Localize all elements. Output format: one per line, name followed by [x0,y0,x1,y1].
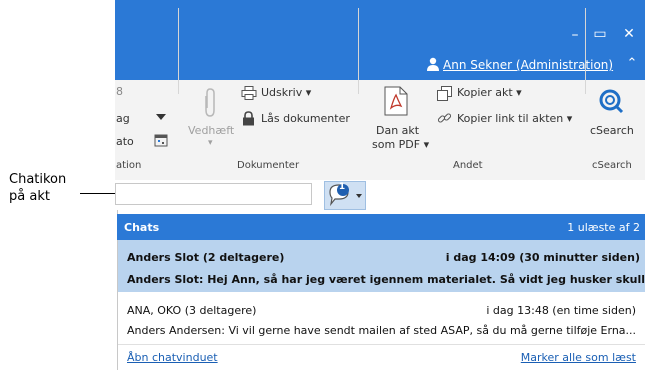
copy-icon [437,86,452,101]
partial-group-label: ation [116,160,142,171]
group-divider [358,8,359,94]
laas-dokumenter-button[interactable]: Lås dokumenter [261,112,350,125]
chat-participants: Anders Slot (2 deltagere) [127,251,285,264]
unread-count: 1 ulæste af 2 [567,221,640,234]
csearch-icon [598,88,624,114]
lock-icon [242,111,255,126]
vedhaeft-button[interactable]: Vedhæft [188,124,234,137]
andet-group-label: Andet [453,160,483,171]
chat-time: i dag 14:09 (30 minutter siden) [445,251,640,264]
paperclip-icon [202,88,218,118]
open-chat-window-link[interactable]: Åbn chatvinduet [127,351,218,364]
partial-icon: 8 [116,85,123,98]
chat-participants: ANA, OKO (3 deltagere) [127,304,257,317]
kopier-akt-button[interactable]: Kopier akt ▾ [457,86,522,99]
kopier-link-button[interactable]: Kopier link til akten ▾ [457,112,572,125]
divider [118,344,645,345]
chat-message-preview: Anders Slot: Hej Ann, så har jeg været i… [127,273,645,286]
udskriv-button[interactable]: Udskriv ▾ [261,86,311,99]
user-name-link[interactable]: Ann Sekner (Administration) [443,58,613,72]
callout-label-line2: på akt [9,189,50,204]
maximize-icon[interactable]: ▭ [590,27,610,41]
close-icon[interactable]: ✕ [619,27,639,41]
search-input[interactable] [115,183,312,205]
vedhaeft-dropdown-icon[interactable]: ▾ [208,138,213,148]
pdf-icon [384,86,408,116]
dan-akt-pdf-dropdown[interactable]: som PDF ▾ [372,138,429,151]
group-divider [585,8,586,94]
dropdown-arrow-icon[interactable] [156,114,166,121]
csearch-button[interactable]: cSearch [590,124,634,137]
minimize-icon[interactable]: – [565,28,585,42]
chat-time: i dag 13:48 (en time siden) [486,304,636,317]
mark-all-read-link[interactable]: Marker alle som læst [500,351,636,364]
link-icon [437,111,452,126]
collapse-ribbon-icon[interactable]: ⌃ [624,57,640,71]
user-icon [427,57,439,71]
partial-item-1[interactable]: ag [116,112,130,125]
group-divider [178,8,179,94]
csearch-group-label: cSearch [592,160,632,171]
chat-message-preview: Anders Andersen: Vi vil gerne have sendt… [127,324,637,337]
dokumenter-group-label: Dokumenter [237,160,300,171]
partial-item-2[interactable]: ato [116,135,134,148]
chat-badge-count: 1 [338,182,346,192]
calendar-icon[interactable] [154,133,168,147]
callout-label-line1: Chatikon [9,172,67,187]
dan-akt-button[interactable]: Dan akt [376,124,419,137]
chats-title: Chats [124,221,160,234]
printer-icon [241,86,257,100]
